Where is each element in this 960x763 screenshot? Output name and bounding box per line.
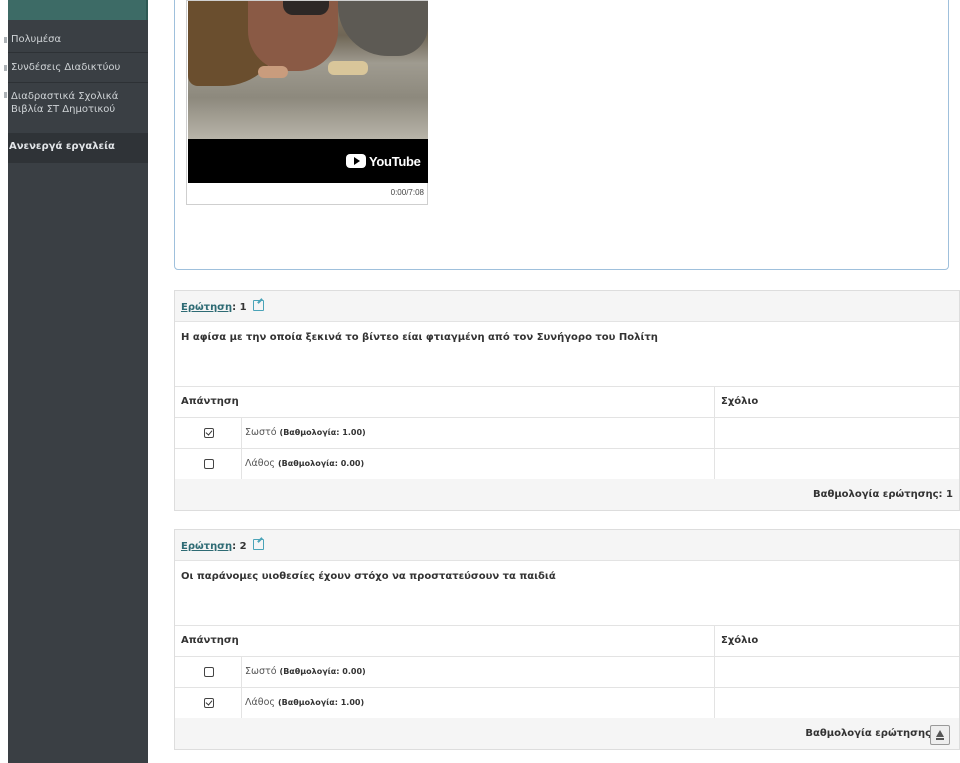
sidebar-item-label: Συνδέσεις Διαδικτύου — [11, 62, 121, 73]
page-edge — [0, 0, 8, 763]
list-icon — [4, 37, 7, 43]
sidebar-item-label: Διαδραστικά Σχολικά Βιβλία ΣΤ Δημοτικού — [11, 91, 119, 115]
question-block-1: Ερώτηση: 1 Η αφίσα με την οποία ξεκινά τ… — [174, 290, 960, 511]
question-text-area: Οι παράνομες υιοθεσίες έχουν στόχο να πρ… — [175, 560, 959, 626]
sidebar-item-label: Πολυμέσα — [11, 34, 62, 45]
answer-label: Λάθος — [245, 458, 275, 469]
answer-checkbox — [204, 667, 214, 677]
youtube-logo[interactable]: YouTube — [346, 153, 421, 169]
question-score-row: Βαθμολογία ερώτησης: 1 — [175, 479, 959, 510]
answer-score: (Βαθμολογία: 0.00) — [279, 667, 366, 676]
question-score: Βαθμολογία ερώτησης: 1 — [812, 489, 953, 500]
table-row: Σωστό (Βαθμολογία: 0.00) — [175, 656, 959, 688]
question-score: Βαθμολογία ερώτησης — [805, 728, 931, 739]
answer-score: (Βαθμολογία: 1.00) — [279, 428, 366, 437]
question-score-row: Βαθμολογία ερώτησης — [175, 718, 959, 749]
scroll-to-top-button[interactable] — [930, 725, 950, 745]
edit-icon[interactable] — [253, 300, 265, 311]
question-number: : 1 — [232, 302, 247, 313]
video-brand-bar: YouTube — [188, 139, 428, 183]
question-header: Ερώτηση: 2 — [175, 530, 959, 561]
answer-checkbox — [204, 428, 214, 438]
answers-header: Απάντηση Σχόλιο — [175, 386, 959, 418]
question-number: : 2 — [232, 541, 247, 552]
answer-score: (Βαθμολογία: 1.00) — [278, 698, 365, 707]
youtube-brand-text: YouTube — [369, 153, 421, 169]
answer-checkbox — [204, 698, 214, 708]
table-row: Λάθος (Βαθμολογία: 1.00) — [175, 687, 959, 719]
answer-score: (Βαθμολογία: 0.00) — [278, 459, 365, 468]
sidebar: Πολυμέσα Συνδέσεις Διαδικτύου Διαδραστικ… — [4, 0, 148, 763]
sidebar-section-label: Ανενεργά εργαλεία — [9, 141, 115, 152]
answer-column-header: Απάντηση — [181, 396, 239, 407]
video-time: 0:00/7:08 — [390, 188, 424, 197]
question-link[interactable]: Ερώτηση — [181, 541, 232, 552]
sidebar-divider — [8, 52, 148, 53]
play-icon[interactable] — [283, 1, 329, 15]
edit-icon[interactable] — [253, 539, 265, 550]
question-text-area: Η αφίσα με την οποία ξεκινά το βίντεο εί… — [175, 321, 959, 387]
answer-label: Σωστό — [245, 427, 277, 438]
question-text: Οι παράνομες υιοθεσίες έχουν στόχο να πρ… — [181, 571, 556, 582]
answer-label: Λάθος — [245, 697, 275, 708]
video-thumbnail[interactable] — [188, 1, 428, 139]
question-link[interactable]: Ερώτηση — [181, 302, 232, 313]
youtube-embed[interactable]: YouTube 0:00/7:08 — [186, 0, 428, 205]
comment-column-header: Σχόλιο — [721, 396, 759, 407]
answer-label: Σωστό — [245, 666, 277, 677]
sidebar-item-active[interactable] — [8, 0, 148, 20]
link-icon — [4, 65, 7, 71]
answer-checkbox — [204, 459, 214, 469]
youtube-play-icon — [346, 154, 366, 168]
question-text: Η αφίσα με την οποία ξεκινά το βίντεο εί… — [181, 332, 658, 343]
answer-column-header: Απάντηση — [181, 635, 239, 646]
sidebar-divider — [8, 82, 148, 83]
question-header: Ερώτηση: 1 — [175, 291, 959, 322]
table-row: Σωστό (Βαθμολογία: 1.00) — [175, 417, 959, 449]
comment-column-header: Σχόλιο — [721, 635, 759, 646]
sidebar-section-inactive-tools[interactable]: Ανενεργά εργαλεία — [8, 133, 148, 163]
table-row: Λάθος (Βαθμολογία: 0.00) — [175, 448, 959, 480]
book-icon — [4, 92, 7, 98]
question-block-2: Ερώτηση: 2 Οι παράνομες υιοθεσίες έχουν … — [174, 529, 960, 750]
answers-header: Απάντηση Σχόλιο — [175, 625, 959, 657]
